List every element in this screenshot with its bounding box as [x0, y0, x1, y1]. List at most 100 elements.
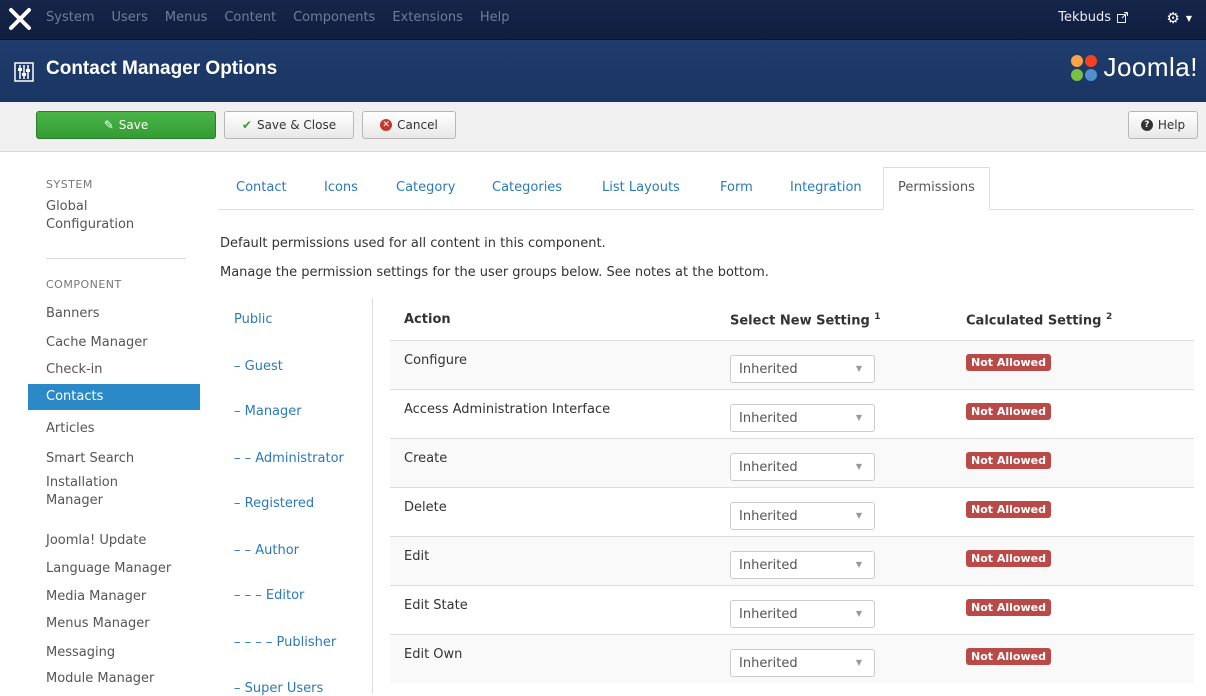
sidebar-divider — [46, 258, 186, 259]
footnote-1: 1 — [874, 312, 881, 322]
group-editor[interactable]: – – – Editor — [234, 588, 304, 603]
options-icon — [14, 62, 34, 82]
header-action: Action — [404, 312, 451, 327]
group-public[interactable]: Public — [234, 312, 272, 327]
check-icon: ✔ — [241, 118, 252, 132]
sidebar-item-joomla-update[interactable]: Joomla! Update — [46, 532, 196, 550]
group-registered[interactable]: – Registered — [234, 496, 314, 511]
group-administrator[interactable]: – – Administrator — [234, 451, 344, 466]
chevron-down-icon: ▼ — [855, 560, 862, 569]
chevron-down-icon: ▼ — [855, 609, 862, 618]
setting-select[interactable]: Inherited ▼ — [730, 551, 875, 579]
chevron-down-icon: ▼ — [855, 413, 862, 422]
help-label: Help — [1157, 118, 1186, 132]
status-badge: Not Allowed — [966, 599, 1051, 616]
cancel-label: Cancel — [397, 118, 438, 132]
permissions-description: Default permissions used for all content… — [220, 236, 606, 251]
user-groups-list: Public – Guest – Manager – – Administrat… — [218, 298, 373, 696]
menu-users[interactable]: Users — [111, 10, 147, 25]
menu-extensions[interactable]: Extensions — [392, 10, 463, 25]
setting-value: Inherited — [739, 362, 798, 377]
menu-menus[interactable]: Menus — [165, 10, 207, 25]
tab-contact[interactable]: Contact — [236, 180, 287, 195]
sidebar-item-check-in[interactable]: Check-in — [46, 361, 196, 379]
setting-value: Inherited — [739, 558, 798, 573]
status-badge: Not Allowed — [966, 501, 1051, 518]
joomla-brand-icon — [1071, 54, 1098, 81]
sidebar-item-banners[interactable]: Banners — [46, 305, 196, 323]
setting-value: Inherited — [739, 607, 798, 622]
menu-content[interactable]: Content — [224, 10, 276, 25]
user-menu[interactable]: ⚙ ▼ — [1166, 9, 1192, 27]
save-close-label: Save & Close — [256, 118, 337, 132]
save-button[interactable]: ✎ Save — [36, 111, 216, 139]
page-title: Contact Manager Options — [46, 58, 278, 79]
setting-select[interactable]: Inherited ▼ — [730, 355, 875, 383]
sidebar: SYSTEM Global Configuration COMPONENT Ba… — [0, 152, 200, 694]
menu-help[interactable]: Help — [480, 10, 510, 25]
setting-select[interactable]: Inherited ▼ — [730, 404, 875, 432]
gear-icon: ⚙ — [1166, 9, 1180, 27]
header-select-label: Select New Setting — [730, 313, 870, 329]
tab-integration[interactable]: Integration — [790, 180, 862, 195]
action-label: Edit — [404, 549, 430, 564]
sidebar-item-language-manager[interactable]: Language Manager — [46, 560, 196, 578]
header-select-new-setting: Select New Setting 1 — [730, 312, 881, 328]
sidebar-item-contacts[interactable]: Contacts — [28, 384, 200, 410]
group-guest[interactable]: – Guest — [234, 359, 283, 374]
options-tabs: Contact Icons Category Categories List L… — [218, 167, 1194, 210]
table-row: Edit Own Inherited ▼ Not Allowed — [390, 634, 1194, 683]
group-manager[interactable]: – Manager — [234, 404, 302, 419]
status-badge: Not Allowed — [966, 403, 1051, 420]
table-row: Edit Inherited ▼ Not Allowed — [390, 536, 1194, 585]
setting-select[interactable]: Inherited ▼ — [730, 649, 875, 677]
sidebar-item-messaging[interactable]: Messaging — [46, 644, 196, 662]
table-row: Create Inherited ▼ Not Allowed — [390, 438, 1194, 487]
permissions-instructions: Manage the permission settings for the u… — [220, 265, 769, 280]
tab-list-layouts[interactable]: List Layouts — [602, 180, 680, 195]
joomla-logo-icon[interactable] — [8, 7, 32, 31]
tab-permissions[interactable]: Permissions — [883, 167, 990, 210]
tab-icons[interactable]: Icons — [324, 180, 358, 195]
table-row: Edit State Inherited ▼ Not Allowed — [390, 585, 1194, 634]
menu-system[interactable]: System — [46, 10, 94, 25]
status-badge: Not Allowed — [966, 452, 1051, 469]
setting-value: Inherited — [739, 460, 798, 475]
cancel-icon: ✕ — [380, 119, 393, 131]
sidebar-item-global-configuration[interactable]: Global Configuration — [46, 198, 156, 234]
sidebar-item-media-manager[interactable]: Media Manager — [46, 588, 196, 606]
sidebar-item-smart-search[interactable]: Smart Search — [46, 450, 196, 468]
action-label: Edit State — [404, 598, 468, 613]
menu-components[interactable]: Components — [293, 10, 375, 25]
help-button[interactable]: ? Help — [1128, 111, 1198, 139]
action-label: Edit Own — [404, 647, 463, 662]
chevron-down-icon: ▼ — [855, 364, 862, 373]
chevron-down-icon: ▼ — [855, 658, 862, 667]
table-row: Configure Inherited ▼ Not Allowed — [390, 340, 1194, 389]
sidebar-item-cache-manager[interactable]: Cache Manager — [46, 334, 196, 352]
setting-select[interactable]: Inherited ▼ — [730, 453, 875, 481]
setting-select[interactable]: Inherited ▼ — [730, 502, 875, 530]
action-label: Create — [404, 451, 448, 466]
sidebar-item-module-manager[interactable]: Module Manager — [46, 670, 196, 688]
save-close-button[interactable]: ✔ Save & Close — [224, 111, 354, 139]
tab-form[interactable]: Form — [720, 180, 753, 195]
site-link[interactable]: Tekbuds — [1058, 10, 1128, 25]
tab-categories[interactable]: Categories — [492, 180, 562, 195]
question-icon: ? — [1140, 119, 1153, 131]
toolbar: ✎ Save ✔ Save & Close ✕ Cancel ? Help — [0, 102, 1206, 152]
sidebar-item-installation-manager[interactable]: Installation Manager — [46, 474, 146, 510]
group-author[interactable]: – – Author — [234, 543, 299, 558]
sidebar-item-menus-manager[interactable]: Menus Manager — [46, 615, 196, 633]
action-label: Configure — [404, 353, 468, 368]
save-label: Save — [118, 118, 149, 132]
cancel-button[interactable]: ✕ Cancel — [362, 111, 456, 139]
site-name: Tekbuds — [1058, 10, 1111, 25]
chevron-down-icon: ▼ — [855, 511, 862, 520]
tab-category[interactable]: Category — [396, 180, 455, 195]
group-publisher[interactable]: – – – – Publisher — [234, 635, 336, 650]
status-badge: Not Allowed — [966, 648, 1051, 665]
setting-select[interactable]: Inherited ▼ — [730, 600, 875, 628]
sidebar-item-articles[interactable]: Articles — [46, 420, 196, 438]
header-calculated-setting: Calculated Setting 2 — [966, 312, 1112, 328]
